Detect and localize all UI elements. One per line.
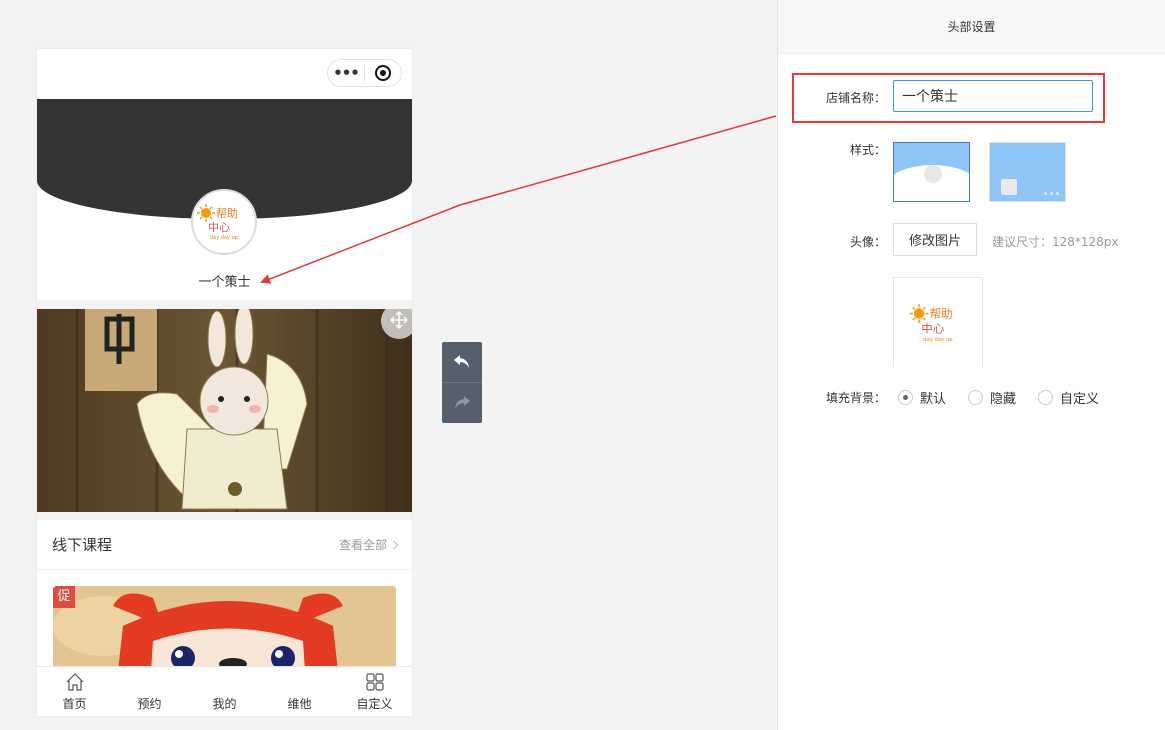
svg-text:day day up: day day up <box>210 235 238 241</box>
svg-text:中心: 中心 <box>921 321 945 335</box>
course-section-header: 线下课程 查看全部 <box>37 520 412 570</box>
svg-text:中心: 中心 <box>208 221 230 234</box>
radio-label: 隐藏 <box>990 392 1017 407</box>
see-all-label: 查看全部 <box>338 538 387 552</box>
tab-label: 自定义 <box>356 697 393 711</box>
radio-label: 自定义 <box>1060 392 1100 407</box>
chevron-right-icon <box>389 540 399 549</box>
home-icon <box>65 671 85 693</box>
redo-icon <box>455 396 470 409</box>
style-option-curved[interactable] <box>893 142 970 202</box>
svg-text:帮助: 帮助 <box>216 206 238 220</box>
radio-circle[interactable] <box>1038 390 1054 405</box>
tab-weita[interactable]: 维他 <box>262 667 337 716</box>
radio-circle[interactable] <box>898 390 913 405</box>
logo-image: 帮助 中心 day day up <box>197 204 238 241</box>
bottom-tabbar: 首页 预约 我的 维他 自定义 <box>37 666 412 716</box>
radio-label: 默认 <box>920 392 947 407</box>
pager-dots <box>1044 192 1059 195</box>
avatar-square <box>1001 179 1017 195</box>
fill-bg-label: 填充背景： <box>825 391 886 405</box>
shop-name-text: 一个策士 <box>198 275 251 290</box>
tab-label: 维他 <box>287 697 312 711</box>
spacer <box>37 512 412 520</box>
fill-bg-radio-group: 默认 隐藏 自定义 <box>898 388 1099 407</box>
avatar-label: 头像： <box>849 235 886 249</box>
tab-mine[interactable]: 我的 <box>187 667 262 716</box>
undo-icon <box>454 355 469 368</box>
radio-default[interactable]: 默认 <box>898 388 946 407</box>
grid-icon <box>365 671 385 693</box>
style-label: 样式： <box>849 143 886 157</box>
mini-program-capsule[interactable]: ••• <box>327 59 402 87</box>
svg-text:day day up: day day up <box>923 336 953 342</box>
history-controls <box>442 342 482 423</box>
promo-badge: 促 <box>53 586 75 608</box>
undo-button[interactable] <box>442 342 482 382</box>
radio-circle[interactable] <box>968 390 984 405</box>
phone-preview: ••• 帮助 中心 day day up 一个策士 线下课程 查看全部 促 首页… <box>37 49 412 716</box>
edit-image-button[interactable]: 修改图片 <box>893 223 977 256</box>
logo-image: 帮助 中心 day day up <box>909 303 953 342</box>
section-title: 线下课程 <box>52 536 113 554</box>
header-settings-panel: 头部设置 店铺名称： 样式： 头像： 修改图片 建议尺寸：128*128px 帮… <box>777 0 1165 730</box>
svg-text:帮助: 帮助 <box>930 306 953 320</box>
tab-label: 我的 <box>212 697 237 711</box>
shop-avatar[interactable]: 帮助 中心 day day up <box>191 189 257 255</box>
redo-button[interactable] <box>442 383 482 423</box>
spacer <box>37 300 412 309</box>
radio-custom[interactable]: 自定义 <box>1038 388 1099 407</box>
style-option-flat[interactable] <box>989 142 1066 202</box>
tab-label: 首页 <box>62 697 87 711</box>
size-hint: 建议尺寸：128*128px <box>992 235 1119 249</box>
move-icon[interactable] <box>390 311 408 329</box>
tab-home[interactable]: 首页 <box>37 667 112 716</box>
tab-custom[interactable]: 自定义 <box>337 667 412 716</box>
shop-name-label: 店铺名称： <box>825 91 886 105</box>
banner-image[interactable] <box>37 309 412 512</box>
avatar-preview[interactable]: 帮助 中心 day day up <box>893 277 983 367</box>
see-all-link[interactable]: 查看全部 <box>338 536 399 553</box>
panel-title: 头部设置 <box>778 0 1165 54</box>
shop-name-input[interactable] <box>893 80 1093 112</box>
close-target-icon[interactable] <box>365 60 401 86</box>
radio-hidden[interactable]: 隐藏 <box>968 388 1016 407</box>
tab-label: 预约 <box>137 697 162 711</box>
more-icon[interactable]: ••• <box>328 60 364 86</box>
tab-booking[interactable]: 预约 <box>112 667 187 716</box>
avatar-dot <box>924 165 942 183</box>
